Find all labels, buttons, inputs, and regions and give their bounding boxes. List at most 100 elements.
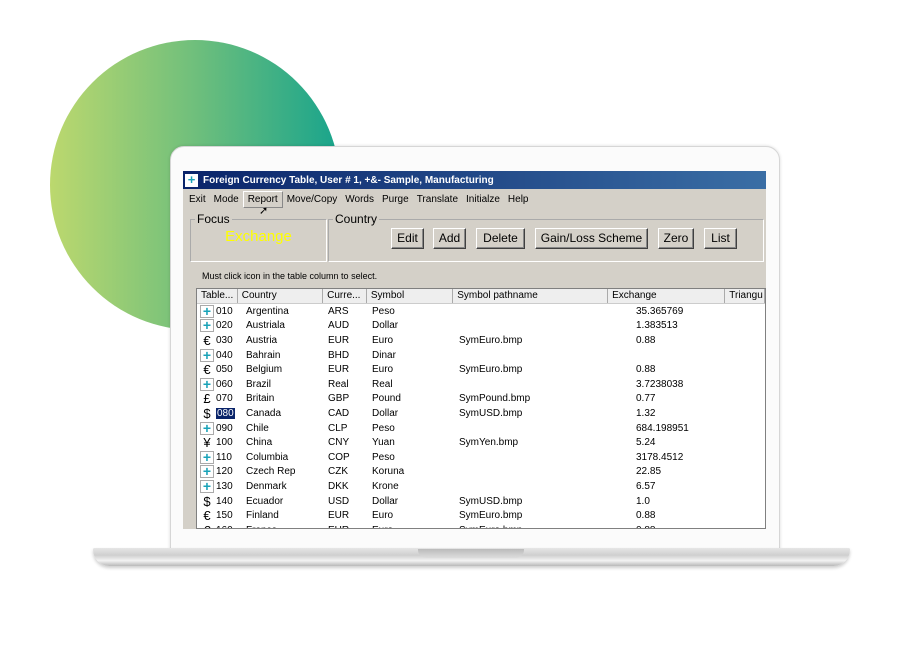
country-cell: Finland xyxy=(246,510,279,522)
header-symbol-pathname[interactable]: Symbol pathname xyxy=(453,289,609,303)
dollar-icon[interactable]: $ xyxy=(200,406,214,421)
country-cell: Bahrain xyxy=(246,349,281,361)
dollar-icon[interactable]: $ xyxy=(200,494,214,509)
euro-icon[interactable]: € xyxy=(200,508,214,523)
menu-mode[interactable]: Mode xyxy=(210,192,243,207)
symbol-cell: Dollar xyxy=(372,407,399,419)
country-label: Country xyxy=(335,212,378,226)
plus-icon[interactable]: + xyxy=(200,348,214,362)
plus-icon[interactable]: + xyxy=(200,304,214,318)
pound-icon[interactable]: £ xyxy=(200,391,214,406)
code-cell: 140 xyxy=(216,495,233,507)
table-row[interactable]: +130 Denmark DKK Krone 6.57 xyxy=(197,479,765,494)
currency-cell: CAD xyxy=(328,407,350,419)
country-cell: Ecuador xyxy=(246,495,284,507)
header-currency[interactable]: Curre... xyxy=(323,289,367,303)
app-icon: + xyxy=(185,173,198,187)
edit-button[interactable]: Edit xyxy=(391,228,424,249)
list-button[interactable]: List xyxy=(704,228,737,249)
currency-cell: CZK xyxy=(328,466,348,478)
symbol-cell: Euro xyxy=(372,510,394,522)
app-window: + Foreign Currency Table, User # 1, +&- … xyxy=(183,171,766,529)
table-row[interactable]: €050 Belgium EUR Euro SymEuro.bmp 0.88 xyxy=(197,362,765,377)
gain-loss-scheme-button[interactable]: Gain/Loss Scheme xyxy=(535,228,648,249)
table-row[interactable]: +020 Austriala AUD Dollar 1.383513 xyxy=(197,318,765,334)
euro-icon[interactable]: € xyxy=(200,523,214,528)
table-row[interactable]: €150 Finland EUR Euro SymEuro.bmp 0.88 xyxy=(197,508,765,523)
table-row[interactable]: +010 Argentina ARS Peso 35.365769 xyxy=(197,304,765,319)
focus-value: Exchange xyxy=(225,228,292,245)
currency-cell: EUR xyxy=(328,510,350,522)
exchange-cell: 1.32 xyxy=(636,407,656,419)
table-row[interactable]: +090 Chile CLP Peso 684.198951 xyxy=(197,421,765,436)
table-row[interactable]: £070 Britain GBP Pound SymPound.bmp 0.77 xyxy=(197,391,765,406)
menu-purge[interactable]: Purge xyxy=(378,192,413,207)
currency-cell: GBP xyxy=(328,393,350,405)
exchange-cell: 0.77 xyxy=(636,393,656,405)
exchange-cell: 0.88 xyxy=(636,510,656,522)
symbol-cell: Pound xyxy=(372,393,401,405)
country-cell: Austriala xyxy=(246,320,285,332)
plus-icon[interactable]: + xyxy=(200,421,214,435)
plus-icon[interactable]: + xyxy=(200,464,214,479)
delete-button[interactable]: Delete xyxy=(476,228,525,249)
window-title: Foreign Currency Table, User # 1, +&- Sa… xyxy=(203,174,494,186)
code-cell: 070 xyxy=(216,393,233,405)
currency-cell: CNY xyxy=(328,437,350,449)
menu-words[interactable]: Words xyxy=(341,192,378,207)
table-row[interactable]: +040 Bahrain BHD Dinar xyxy=(197,348,765,363)
menu-help[interactable]: Help xyxy=(504,192,533,207)
focus-label: Focus xyxy=(197,212,230,226)
country-cell: Belgium xyxy=(246,364,283,376)
currency-cell: DKK xyxy=(328,480,349,492)
code-cell: 050 xyxy=(216,364,233,376)
symbol-cell: Real xyxy=(372,378,393,390)
table-body: +010 Argentina ARS Peso 35.365769 +020 Austria… xyxy=(197,304,765,528)
header-country[interactable]: Country xyxy=(238,289,324,303)
menu-initialize[interactable]: Initialze xyxy=(462,192,504,207)
menu-translate[interactable]: Translate xyxy=(413,192,462,207)
header-symbol[interactable]: Symbol xyxy=(367,289,454,303)
currency-cell: BHD xyxy=(328,349,350,361)
table-row[interactable]: +120 Czech Rep CZK Koruna 22.85 xyxy=(197,464,765,480)
table-row[interactable]: $140 Ecuador USD Dollar SymUSD.bmp 1.0 xyxy=(197,494,765,509)
menu-exit[interactable]: Exit xyxy=(185,192,210,207)
symbol-pathname-cell: SymUSD.bmp xyxy=(459,407,523,419)
plus-icon[interactable]: + xyxy=(200,479,214,493)
table-row[interactable]: $080 Canada CAD Dollar SymUSD.bmp 1.32 xyxy=(197,406,765,421)
table-row[interactable]: +060 Brazil Real Real 3.7238038 xyxy=(197,377,765,392)
code-cell: 010 xyxy=(216,305,233,317)
exchange-cell: 6.57 xyxy=(636,480,656,492)
menu-move-copy[interactable]: Move/Copy xyxy=(283,192,342,207)
symbol-cell: Dollar xyxy=(372,495,399,507)
plus-icon[interactable]: + xyxy=(200,450,214,464)
code-cell: 030 xyxy=(216,334,233,346)
hint-text: Must click icon in the table column to s… xyxy=(202,271,378,281)
euro-icon[interactable]: € xyxy=(200,333,214,348)
code-cell: 020 xyxy=(216,320,233,332)
yen-icon[interactable]: ¥ xyxy=(200,435,214,450)
table-row[interactable]: +110 Columbia COP Peso 3178.4512 xyxy=(197,450,765,465)
table-row[interactable]: €030 Austria EUR Euro SymEuro.bmp 0.88 xyxy=(197,333,765,348)
plus-icon[interactable]: + xyxy=(200,318,214,333)
table-row[interactable]: ¥100 China CNY Yuan SymYen.bmp 5.24 xyxy=(197,435,765,450)
currency-cell: EUR xyxy=(328,364,350,376)
country-cell: Czech Rep xyxy=(246,466,296,478)
add-button[interactable]: Add xyxy=(433,228,466,249)
header-exchange[interactable]: Exchange xyxy=(608,289,726,303)
code-cell: 120 xyxy=(216,466,233,478)
symbol-pathname-cell: SymEuro.bmp xyxy=(455,525,611,528)
exchange-cell: 5.24 xyxy=(636,437,656,449)
country-cell: Britain xyxy=(246,393,275,405)
header-triangulate[interactable]: Triangu xyxy=(725,289,765,303)
zero-button[interactable]: Zero xyxy=(658,228,694,249)
symbol-pathname-cell: SymPound.bmp xyxy=(459,393,531,405)
header-table[interactable]: Table... xyxy=(197,289,238,303)
plus-icon[interactable]: + xyxy=(200,377,214,391)
table-row[interactable]: €160 FranceEUREuroSymEuro.bmp0.88 xyxy=(197,523,765,528)
exchange-cell: 0.88 xyxy=(611,525,729,528)
country-cell: Brazil xyxy=(246,378,272,390)
euro-icon[interactable]: € xyxy=(200,362,214,377)
currency-cell: AUD xyxy=(328,320,350,332)
country-cell: China xyxy=(246,437,273,449)
